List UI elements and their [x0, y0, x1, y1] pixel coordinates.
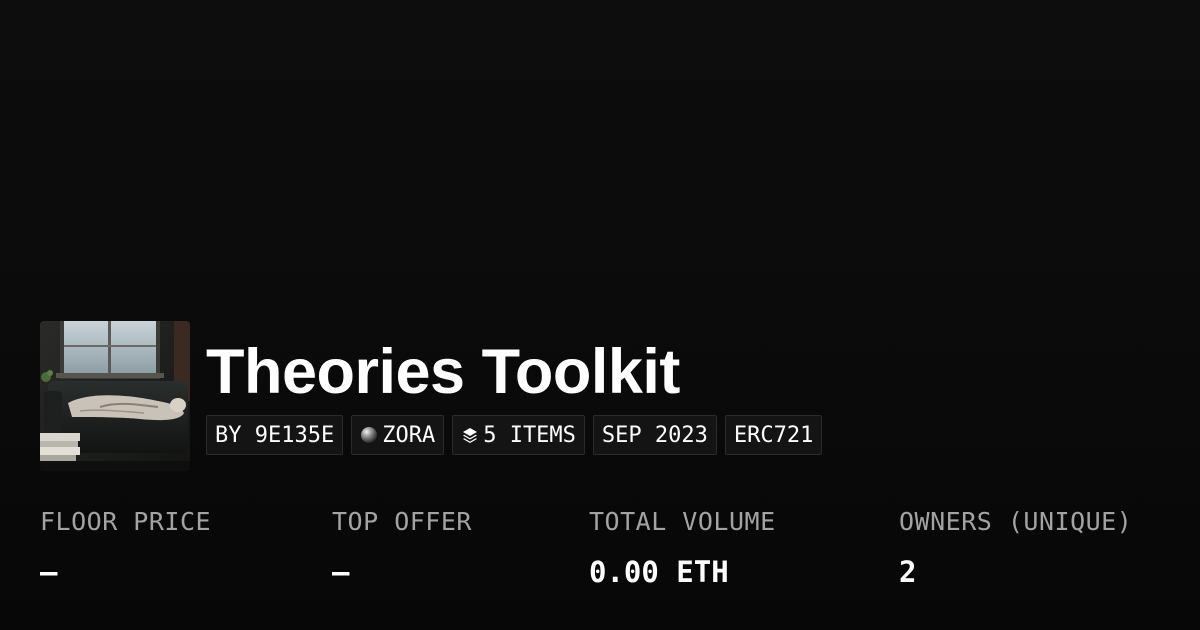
- token-standard-label: ERC721: [733, 422, 814, 448]
- floor-price-label: FLOOR PRICE: [40, 507, 212, 536]
- chain-tag[interactable]: ZORA: [351, 415, 445, 455]
- items-count-tag[interactable]: 5 ITEMS: [452, 415, 585, 455]
- total-volume-label: TOTAL VOLUME: [589, 507, 776, 536]
- date-tag-label: SEP 2023: [601, 422, 708, 448]
- creator-tag-label: BY 9E135E: [215, 422, 335, 448]
- floor-price-stat: FLOOR PRICE —: [40, 505, 211, 589]
- items-count-label: 5 ITEMS: [483, 422, 576, 448]
- floor-price-value: —: [40, 555, 58, 589]
- date-tag: SEP 2023: [592, 415, 717, 455]
- total-volume-value: 0.00 ETH: [589, 555, 729, 589]
- total-volume-stat: TOTAL VOLUME 0.00 ETH: [589, 505, 776, 589]
- creator-tag[interactable]: BY 9E135E: [206, 415, 344, 455]
- owners-label: OWNERS (UNIQUE): [899, 507, 1133, 536]
- token-standard-tag: ERC721: [724, 415, 823, 455]
- zora-orb-icon: [360, 426, 378, 444]
- top-offer-stat: TOP OFFER —: [332, 505, 472, 589]
- owners-value: 2: [899, 555, 917, 589]
- owners-stat: OWNERS (UNIQUE) 2: [899, 505, 1132, 589]
- collection-tags: BY 9E135E ZORA 5 ITEMS SEP 2023 ERC721: [206, 415, 823, 455]
- top-offer-value: —: [332, 555, 350, 589]
- collection-cover-image[interactable]: [40, 321, 190, 471]
- chain-tag-label: ZORA: [382, 422, 436, 448]
- collection-title: Theories Toolkit: [206, 337, 680, 407]
- top-offer-label: TOP OFFER: [332, 507, 472, 536]
- layers-icon: [461, 426, 479, 444]
